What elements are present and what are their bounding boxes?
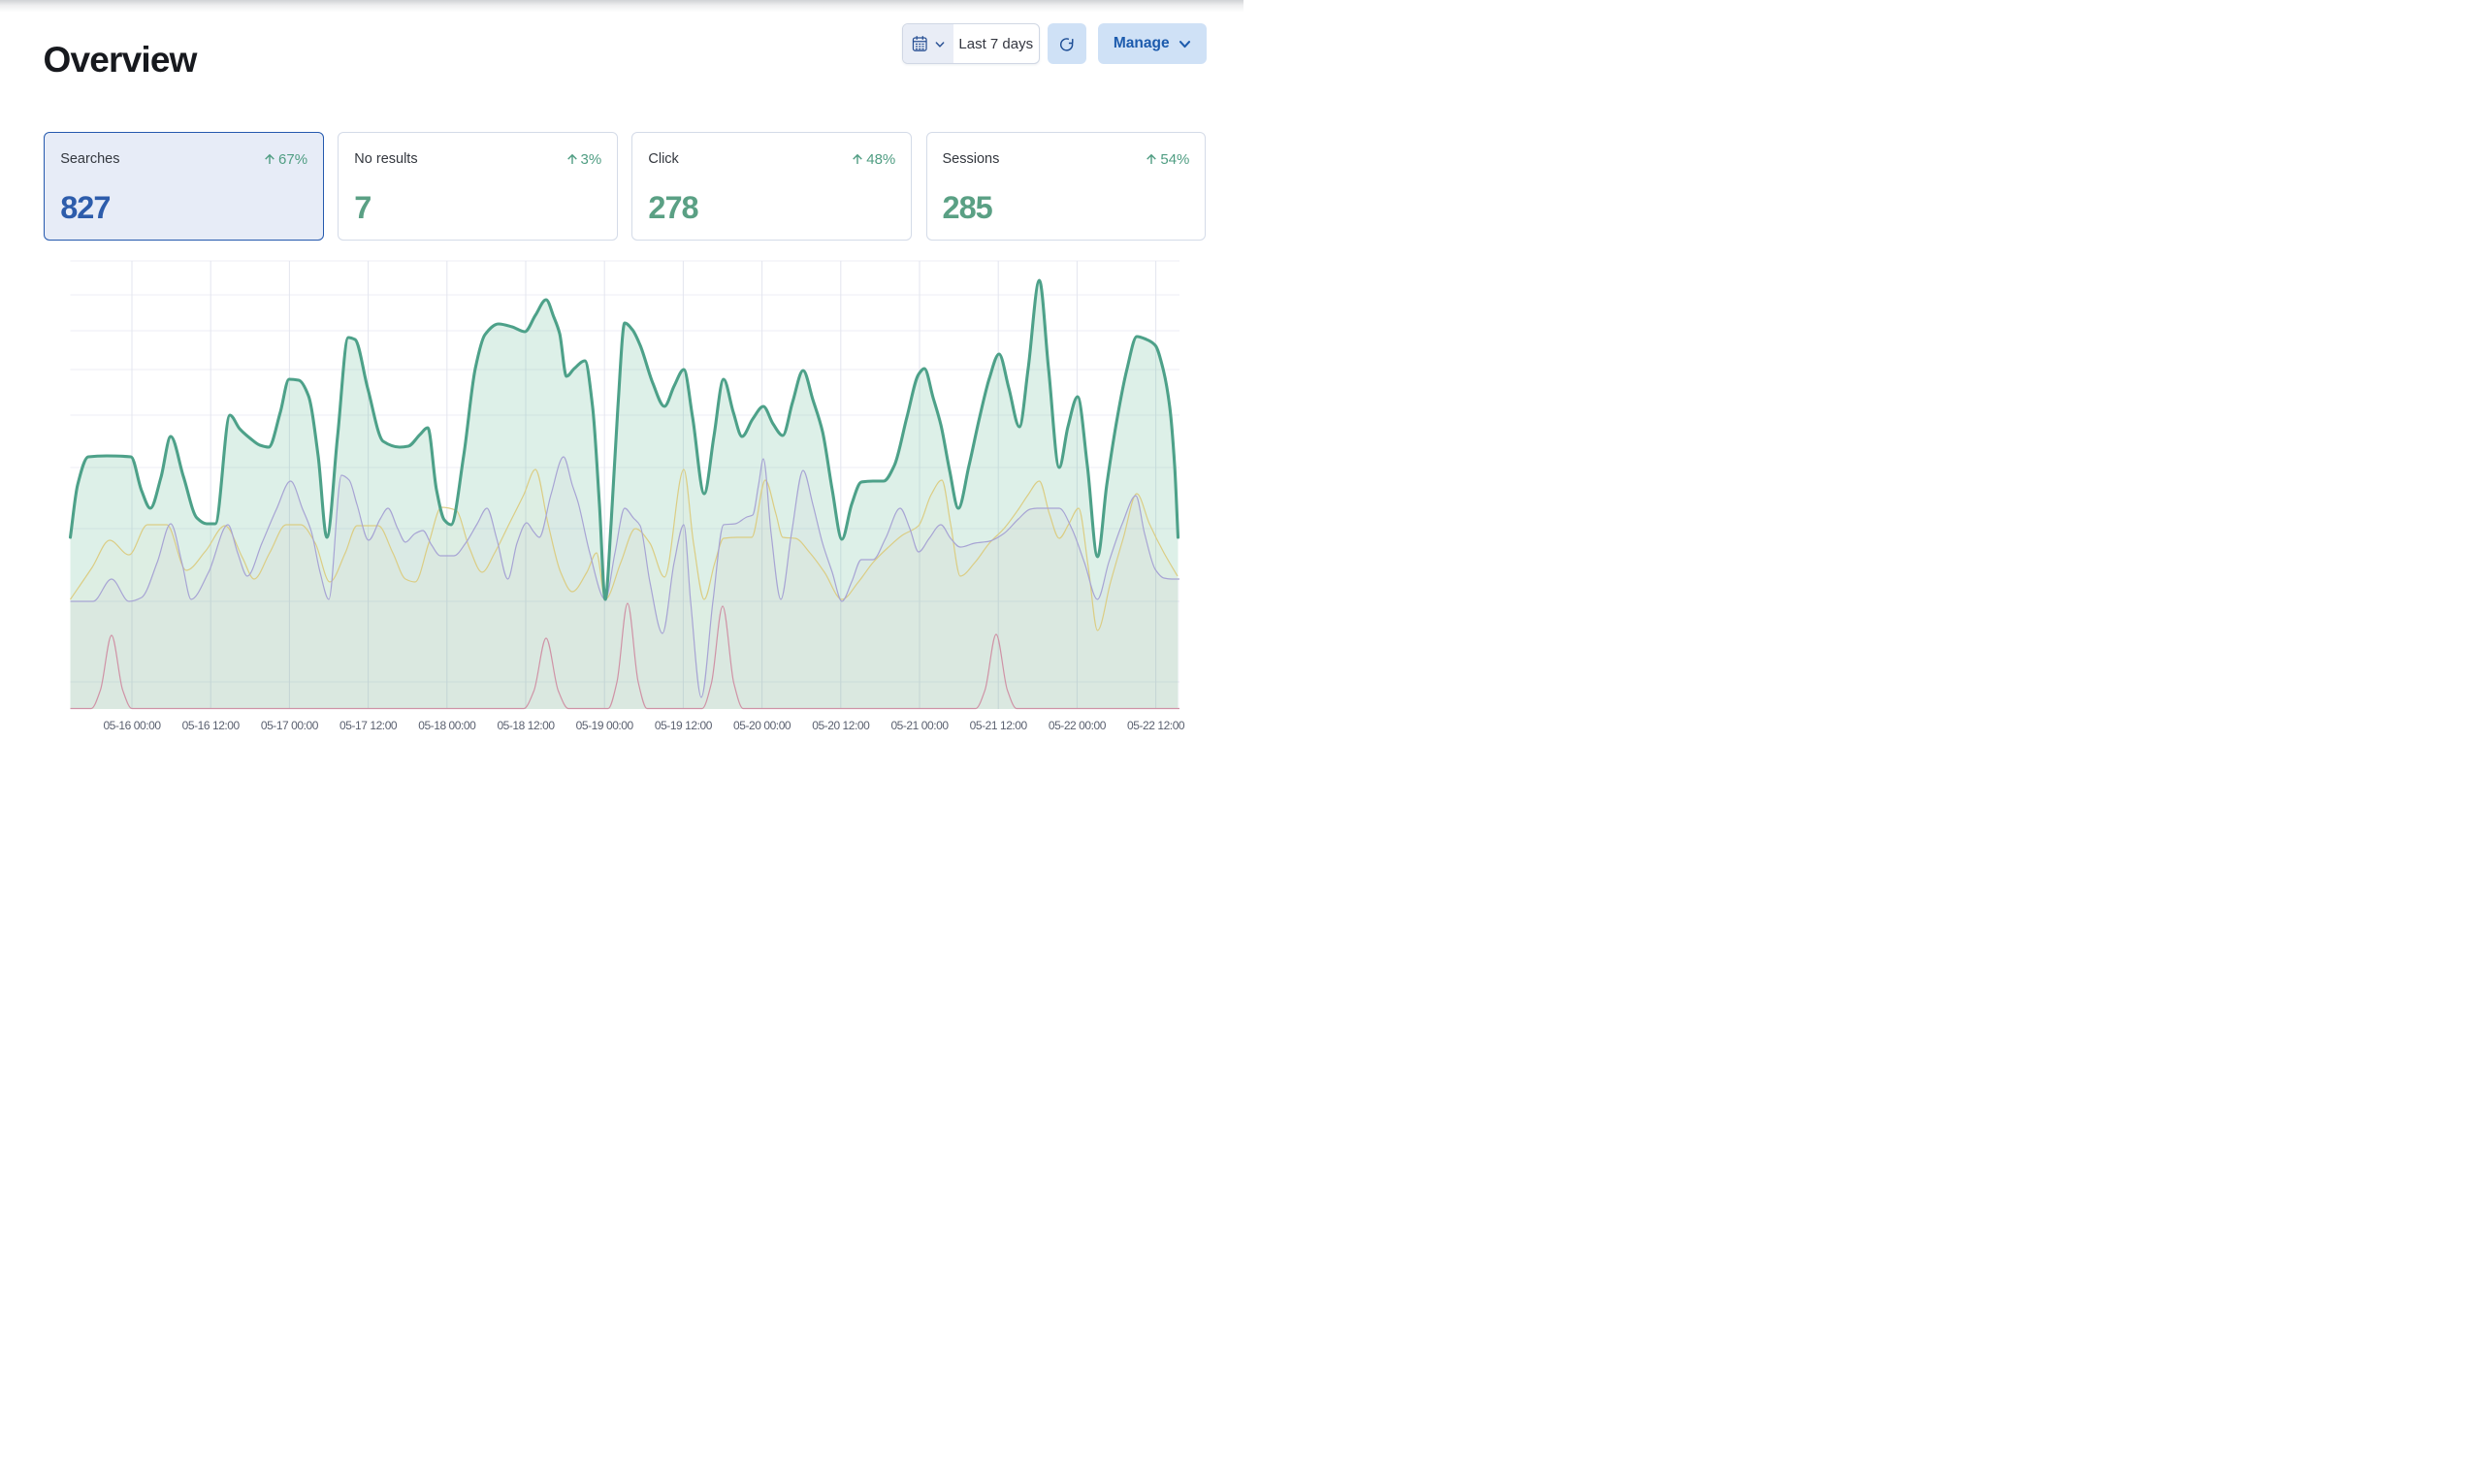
svg-text:05-22 12:00: 05-22 12:00: [1127, 719, 1185, 732]
svg-text:05-19 12:00: 05-19 12:00: [655, 719, 713, 732]
svg-text:05-20 12:00: 05-20 12:00: [812, 719, 870, 732]
svg-text:05-21 12:00: 05-21 12:00: [970, 719, 1028, 732]
svg-text:05-18 12:00: 05-18 12:00: [497, 719, 555, 732]
svg-text:05-20 00:00: 05-20 00:00: [733, 719, 791, 732]
svg-text:05-21 00:00: 05-21 00:00: [890, 719, 949, 732]
svg-text:05-16 12:00: 05-16 12:00: [182, 719, 241, 732]
svg-text:05-17 00:00: 05-17 00:00: [261, 719, 319, 732]
svg-text:05-17 12:00: 05-17 12:00: [339, 719, 398, 732]
svg-text:05-16 00:00: 05-16 00:00: [103, 719, 161, 732]
svg-text:05-18 00:00: 05-18 00:00: [418, 719, 476, 732]
svg-text:05-19 00:00: 05-19 00:00: [576, 719, 634, 732]
svg-text:05-22 00:00: 05-22 00:00: [1049, 719, 1107, 732]
